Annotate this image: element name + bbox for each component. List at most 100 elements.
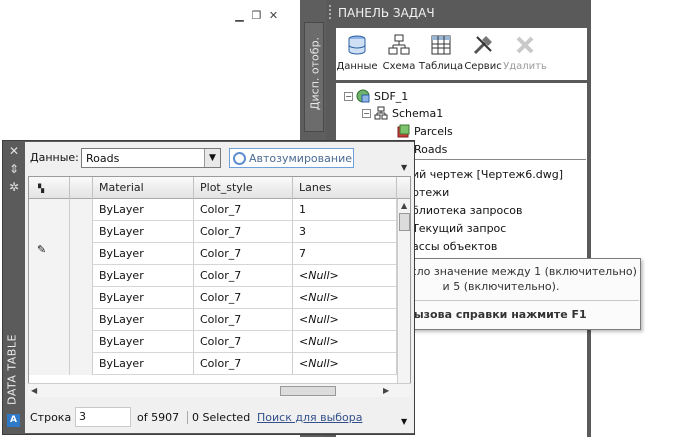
row-header[interactable] (29, 309, 70, 331)
column-header-material[interactable]: Material (93, 177, 194, 199)
cell-material[interactable]: ByLayer (93, 199, 194, 221)
selected-count: 0 Selected (187, 411, 250, 424)
cell-material[interactable]: ByLayer (93, 287, 194, 309)
row-selector[interactable] (70, 309, 93, 331)
table-row[interactable]: ByLayer Color_7 1 (29, 199, 399, 221)
tree-item-current-drawing[interactable]: ий чертеж [Чертеж6.dwg] (412, 166, 563, 182)
row-number-input[interactable]: 3 (75, 407, 131, 427)
cell-plot-style[interactable]: Color_7 (194, 353, 293, 375)
data-button[interactable]: Данные (336, 28, 378, 80)
delete-button[interactable]: Удалить (503, 28, 547, 80)
column-header-lanes[interactable]: Lanes (293, 177, 397, 199)
tree-item-schema[interactable]: − Schema1 (362, 105, 443, 121)
cell-lanes[interactable]: <Null> (293, 287, 397, 309)
schema-button[interactable]: Схема (378, 28, 420, 80)
data-table-panel: ✕ ⇕ ✲ DATA TABLE A Данные: Roads ▼ Автоз… (2, 140, 415, 435)
column-header-blank[interactable] (70, 177, 93, 199)
data-grid: ▝▖ Material Plot_style Lanes ByLayer Col… (28, 176, 411, 397)
cell-material[interactable]: ByLayer (93, 265, 194, 287)
table-row[interactable]: ByLayer Color_7 <Null> (29, 265, 399, 287)
close-icon[interactable]: ✕ (8, 145, 20, 157)
tree-divider (412, 159, 586, 160)
table-row[interactable]: ByLayer Color_7 <Null> (29, 353, 399, 375)
tree-item-parcels[interactable]: Parcels (396, 123, 453, 139)
cell-plot-style[interactable]: Color_7 (194, 331, 293, 353)
table-row[interactable]: ByLayer Color_7 <Null> (29, 287, 399, 309)
data-table-title: DATA TABLE (5, 334, 19, 405)
cell-material[interactable]: ByLayer (93, 331, 194, 353)
cell-material[interactable]: ByLayer (93, 243, 194, 265)
row-header[interactable] (29, 199, 70, 221)
row-header[interactable]: ✎ (29, 243, 70, 265)
cell-plot-style[interactable]: Color_7 (194, 221, 293, 243)
row-header[interactable] (29, 221, 70, 243)
properties-icon[interactable]: ✲ (8, 181, 20, 193)
horizontal-scrollbar[interactable]: ◀ ▶ (28, 383, 411, 397)
table-row[interactable]: ✎ ByLayer Color_7 7 (29, 243, 399, 265)
pin-icon[interactable]: ⇕ (8, 163, 20, 175)
tree-item-query-library[interactable]: блиотека запросов (412, 202, 523, 218)
select-all-cell[interactable]: ▝▖ (29, 177, 70, 199)
grip-handle[interactable] (329, 5, 334, 19)
collapse-icon[interactable]: − (362, 108, 371, 118)
row-header[interactable] (29, 353, 70, 375)
table-row[interactable]: ByLayer Color_7 <Null> (29, 309, 399, 331)
close-icon[interactable]: ✕ (267, 9, 280, 22)
cell-plot-style[interactable]: Color_7 (194, 287, 293, 309)
options-arrow-icon[interactable]: ▼ (401, 417, 407, 426)
vertical-scrollbar[interactable]: ▲ (397, 199, 410, 396)
chevron-down-icon[interactable]: ▼ (204, 149, 220, 167)
cell-lanes[interactable]: <Null> (293, 331, 397, 353)
row-selector[interactable] (70, 287, 93, 309)
options-arrow-icon[interactable]: ▼ (401, 163, 407, 172)
row-header[interactable] (29, 331, 70, 353)
cell-plot-style[interactable]: Color_7 (194, 265, 293, 287)
row-selector[interactable] (70, 353, 93, 375)
cell-lanes[interactable]: <Null> (293, 309, 397, 331)
cell-lanes[interactable]: 1 (293, 199, 397, 221)
scroll-thumb[interactable] (399, 213, 410, 231)
cell-material[interactable]: ByLayer (93, 221, 194, 243)
table-row[interactable]: ByLayer Color_7 3 (29, 221, 399, 243)
tree-item-drawings[interactable]: ртежи (412, 184, 449, 200)
scroll-right-icon[interactable]: ▶ (383, 386, 389, 395)
row-selector[interactable] (70, 243, 93, 265)
table-row[interactable]: ByLayer Color_7 <Null> (29, 331, 399, 353)
cell-lanes[interactable]: 3 (293, 221, 397, 243)
scroll-thumb[interactable] (280, 386, 336, 396)
schema-icon (374, 106, 388, 120)
restore-icon[interactable]: ❐ (250, 9, 263, 22)
row-selector[interactable] (70, 331, 93, 353)
table-button[interactable]: Таблица (419, 28, 463, 80)
cell-lanes[interactable]: <Null> (293, 353, 397, 375)
cell-lanes[interactable]: <Null> (293, 265, 397, 287)
data-source-select[interactable]: Roads ▼ (81, 148, 221, 168)
cell-plot-style[interactable]: Color_7 (194, 309, 293, 331)
service-button[interactable]: Сервис (462, 28, 504, 80)
cell-lanes[interactable]: 7 (293, 243, 397, 265)
cell-plot-style[interactable]: Color_7 (194, 243, 293, 265)
cell-plot-style[interactable]: Color_7 (194, 199, 293, 221)
tree-item-object-classes[interactable]: ассы объектов (412, 238, 497, 254)
table-icon (431, 35, 451, 55)
drawing-window-controls: ▁ ❐ ✕ (233, 9, 280, 22)
scroll-up-icon[interactable]: ▲ (401, 201, 407, 210)
minimize-icon[interactable]: ▁ (233, 9, 246, 22)
row-selector[interactable] (70, 265, 93, 287)
column-header-plot-style[interactable]: Plot_style (194, 177, 293, 199)
collapse-icon[interactable]: − (344, 91, 353, 101)
row-selector[interactable] (70, 199, 93, 221)
find-to-select-link[interactable]: Поиск для выбора (257, 411, 363, 424)
scroll-left-icon[interactable]: ◀ (31, 386, 37, 395)
autozoom-button[interactable]: Автозумирование (229, 148, 354, 168)
cell-material[interactable]: ByLayer (93, 353, 194, 375)
tree-item-current-query[interactable]: Текущий запрос (412, 220, 506, 236)
row-header[interactable] (29, 287, 70, 309)
display-manager-tab[interactable]: Дисп. отобр. (304, 22, 324, 132)
cell-material[interactable]: ByLayer (93, 309, 194, 331)
row-selector[interactable] (70, 221, 93, 243)
tree-item-roads[interactable]: Roads (414, 141, 447, 157)
tree-item-sdf[interactable]: − SDF_1 (344, 88, 408, 104)
row-header[interactable] (29, 265, 70, 287)
task-pane-title: ПАНЕЛЬ ЗАДАЧ (338, 6, 435, 20)
